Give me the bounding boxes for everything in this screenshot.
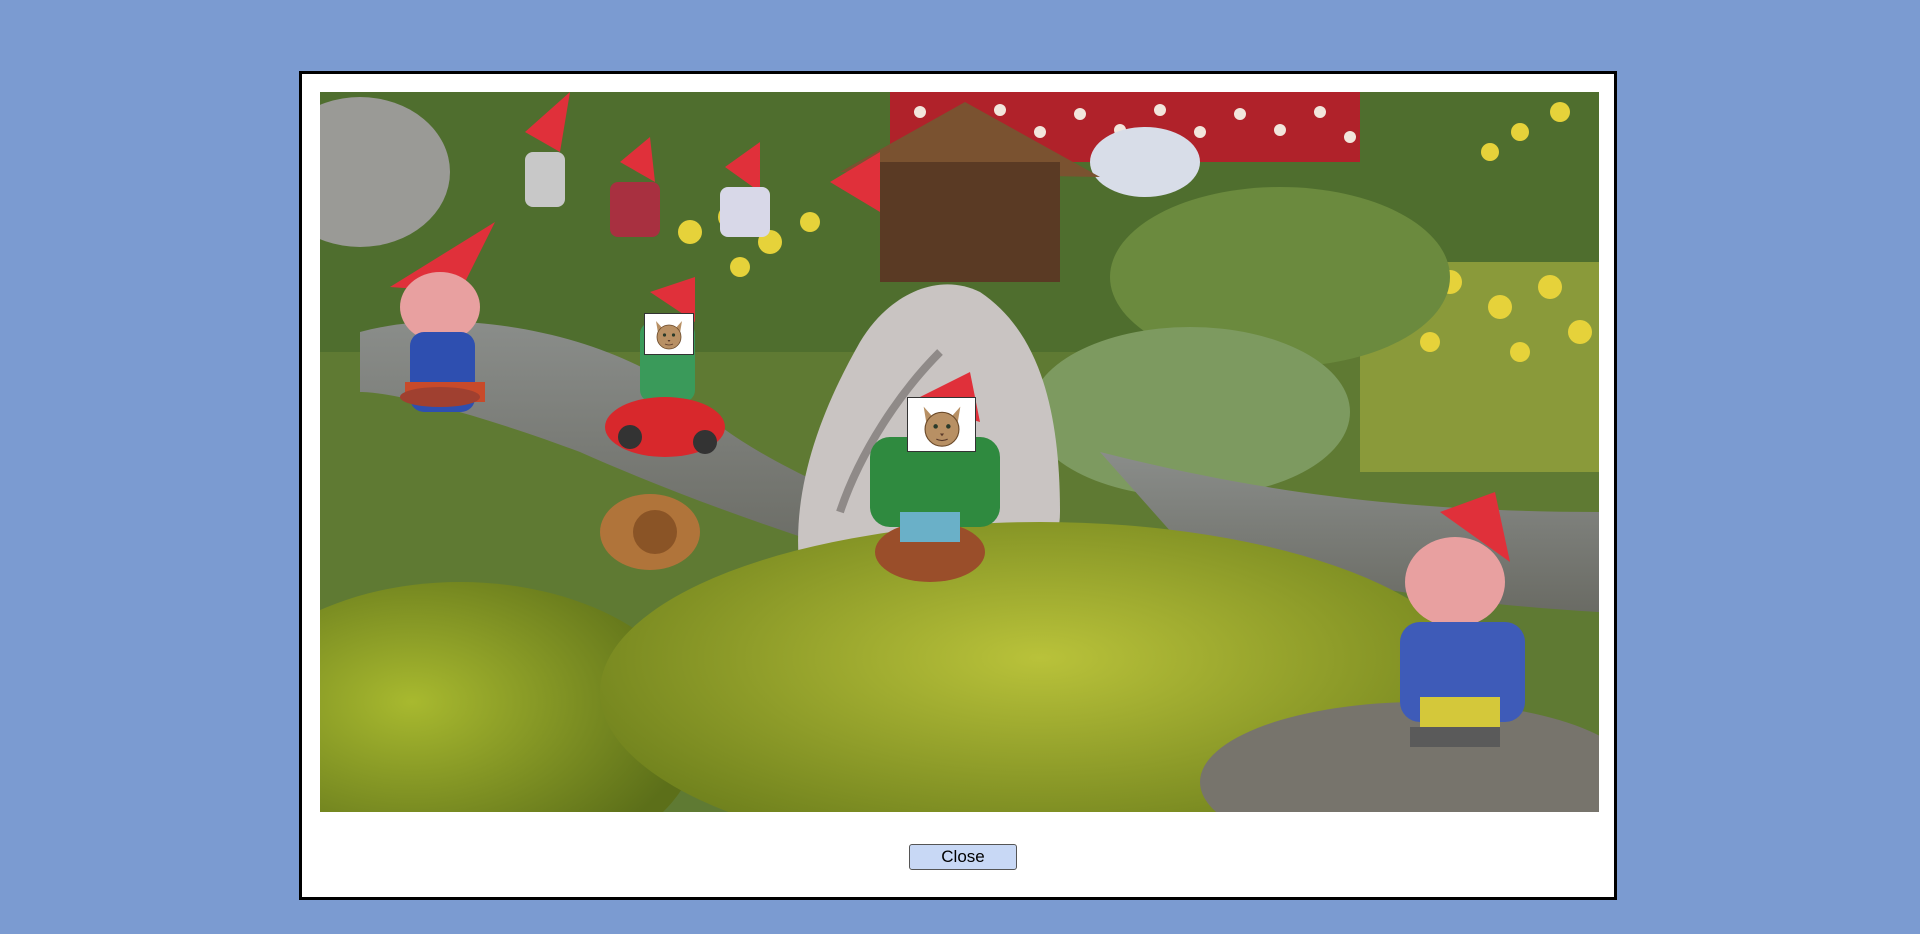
close-button[interactable]: Close (909, 844, 1017, 870)
cat-face-icon (656, 321, 682, 350)
cat-face-icon (923, 406, 960, 447)
photo-illustration (320, 92, 1599, 812)
image-dialog: Close (299, 71, 1617, 900)
face-marker (644, 313, 694, 355)
face-marker (907, 397, 976, 452)
garden-gnomes-photo (320, 92, 1599, 812)
